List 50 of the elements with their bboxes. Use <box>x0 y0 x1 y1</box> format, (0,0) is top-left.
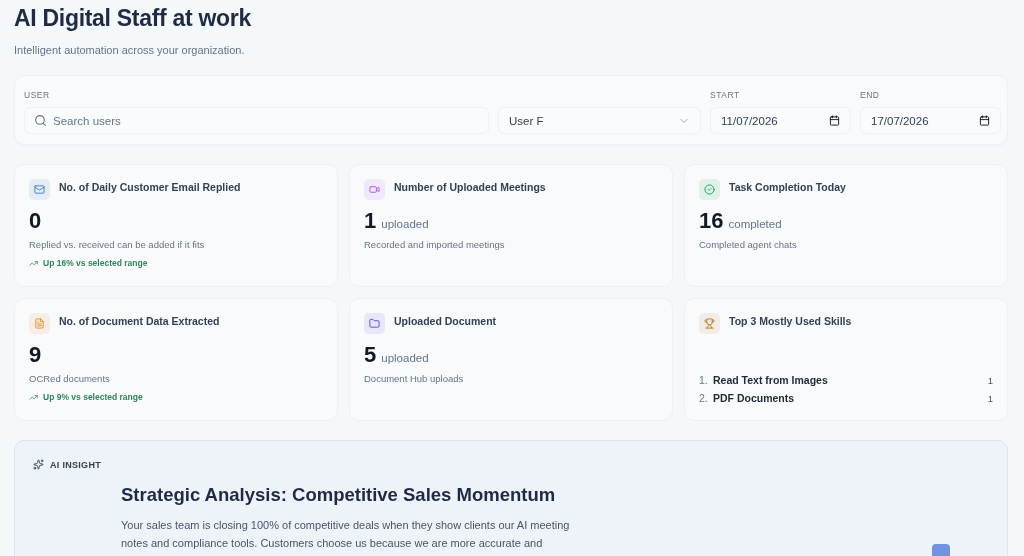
video-icon <box>364 179 385 200</box>
card-title: Top 3 Mostly Used Skills <box>729 314 852 327</box>
field-label: END <box>860 90 881 101</box>
mail-icon <box>29 179 50 200</box>
card-title: No. of Daily Customer Email Replied <box>59 180 241 193</box>
end-date-field[interactable]: 17/07/2026 <box>860 107 1001 134</box>
skill-name: PDF Documents <box>713 392 796 404</box>
sparkles-icon <box>33 459 44 470</box>
search-field[interactable]: Search users <box>24 107 489 134</box>
card-title: Uploaded Document <box>394 314 497 327</box>
metric-description: OCRed documents <box>29 373 111 384</box>
trophy-icon <box>699 313 720 334</box>
metric-value: 1 <box>364 208 377 234</box>
skill-name: Read Text from Images <box>713 374 829 386</box>
metric-unit: uploaded <box>381 218 429 230</box>
metric-unit: uploaded <box>381 352 429 364</box>
metric-value: 5 <box>364 342 377 368</box>
insight-title: Strategic Analysis: Competitive Sales Momentum <box>121 484 557 506</box>
insight-text: Your sales team is closing 100% of competitive deals when they show clients our AI meeting notes and compliance tools. Customers choose us because we are more accurate and <box>121 518 571 551</box>
metric-unit: completed <box>728 218 782 230</box>
metric-value: 16 <box>699 208 724 234</box>
document-icon <box>29 313 50 334</box>
trend-text: Up 16% vs selected range <box>43 258 148 268</box>
metric-description: Recorded and imported meetings <box>364 239 506 250</box>
skill-rank: 1. <box>699 374 709 386</box>
skill-rank: 2. <box>699 392 709 404</box>
user-dropdown[interactable]: User F <box>498 107 701 134</box>
card-title: Task Completion Today <box>729 180 846 193</box>
insight-label: AI INSIGHT <box>50 459 101 470</box>
calendar-icon[interactable] <box>829 115 840 126</box>
trend-text: Up 9% vs selected range <box>43 392 143 402</box>
start-date-field[interactable]: 11/07/2026 <box>710 107 851 134</box>
trend-up-icon <box>29 392 38 402</box>
card-title: No. of Document Data Extracted <box>59 314 220 327</box>
metric-value: 9 <box>29 342 42 368</box>
field-label: START <box>710 90 741 101</box>
skill-count: 1 <box>987 374 993 386</box>
metric-value: 0 <box>29 208 42 234</box>
metric-description: Replied vs. received can be added if it fits <box>29 239 206 250</box>
folder-icon <box>364 313 385 334</box>
metric-description: Completed agent chats <box>699 239 798 250</box>
trend-up-icon <box>29 258 38 268</box>
card-title: Number of Uploaded Meetings <box>394 180 546 193</box>
skill-count: 1 <box>987 392 993 404</box>
field-label: USER <box>24 90 51 101</box>
calendar-icon[interactable] <box>979 115 990 126</box>
page-title: AI Digital Staff at work <box>14 4 252 32</box>
page-subtitle: Intelligent automation across your organization. <box>14 44 246 56</box>
search-icon <box>34 114 47 127</box>
metric-description: Document Hub uploads <box>364 373 465 384</box>
